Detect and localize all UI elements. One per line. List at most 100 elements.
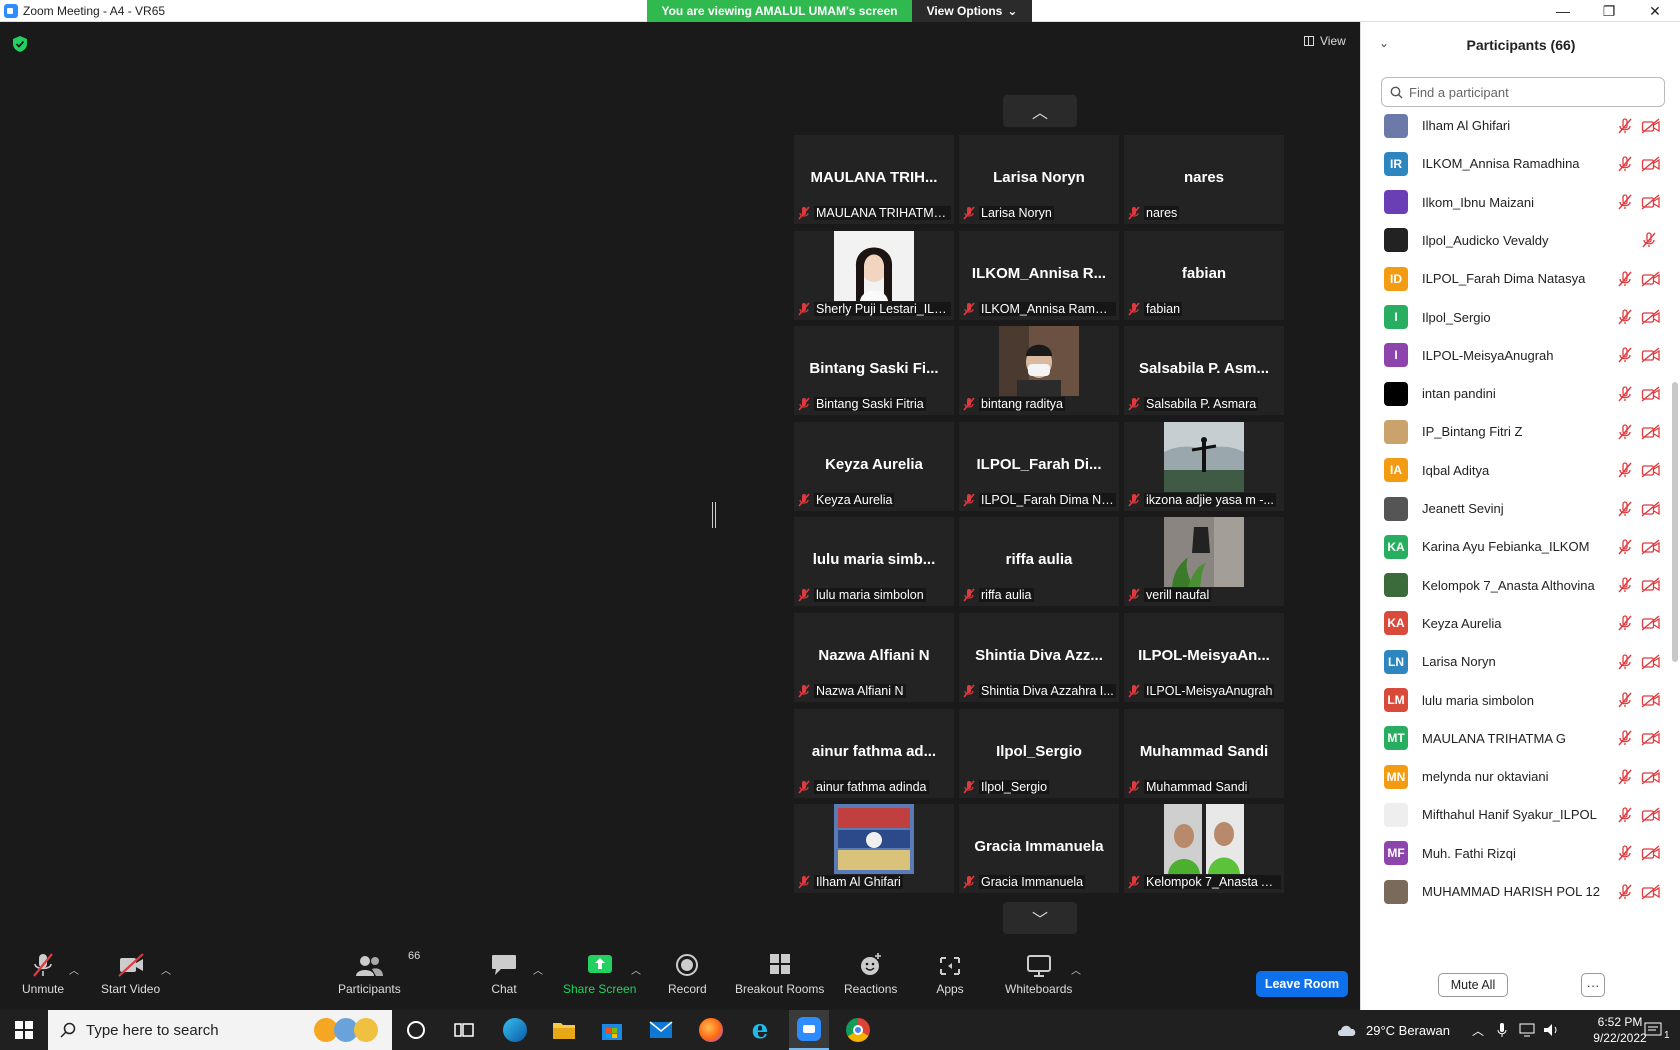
gallery-page-down-button[interactable]: ﹀ bbox=[1003, 902, 1077, 934]
video-tile[interactable]: Shintia Diva Azz... Shintia Diva Azzahra … bbox=[959, 613, 1119, 702]
camera-off-icon[interactable] bbox=[1641, 194, 1661, 210]
video-options-caret-icon[interactable]: ︿ bbox=[161, 962, 171, 977]
camera-off-icon[interactable] bbox=[1641, 769, 1661, 785]
camera-off-icon[interactable] bbox=[1641, 386, 1661, 402]
camera-off-icon[interactable] bbox=[1641, 347, 1661, 363]
mute-all-button[interactable]: Mute All bbox=[1438, 973, 1508, 997]
camera-off-icon[interactable] bbox=[1641, 730, 1661, 746]
notifications-button[interactable]: 1 bbox=[1644, 1010, 1670, 1050]
participant-row[interactable]: KA Keyza Aurelia bbox=[1361, 603, 1671, 644]
video-tile[interactable]: MAULANA TRIH... MAULANA TRIHATMA... bbox=[794, 135, 954, 224]
file-explorer-icon[interactable] bbox=[549, 1015, 579, 1045]
mic-muted-icon[interactable] bbox=[1617, 768, 1633, 785]
video-tile[interactable]: Nazwa Alfiani N Nazwa Alfiani N bbox=[794, 613, 954, 702]
participant-row[interactable]: MF Muh. Fathi Rizqi bbox=[1361, 833, 1671, 874]
video-tile[interactable]: fabian fabian bbox=[1124, 230, 1284, 320]
reactions-button[interactable]: Reactions bbox=[844, 952, 897, 996]
breakout-rooms-button[interactable]: Breakout Rooms bbox=[735, 952, 824, 996]
participant-row[interactable]: I ILPOL-MeisyaAnugrah bbox=[1361, 335, 1671, 376]
video-tile[interactable]: Larisa Noryn Larisa Noryn bbox=[959, 135, 1119, 224]
participant-row[interactable]: MT MAULANA TRIHATMA G bbox=[1361, 718, 1671, 759]
show-hidden-icons-caret-icon[interactable]: ︿ bbox=[1472, 1010, 1484, 1050]
mic-muted-icon[interactable] bbox=[1617, 156, 1633, 172]
camera-off-icon[interactable] bbox=[1641, 883, 1661, 900]
camera-off-icon[interactable] bbox=[1641, 271, 1661, 287]
camera-off-icon[interactable] bbox=[1641, 577, 1661, 593]
participant-list-scrollbar[interactable] bbox=[1672, 382, 1678, 662]
participant-row[interactable]: LM lulu maria simbolon bbox=[1361, 680, 1671, 721]
mic-muted-icon[interactable] bbox=[1617, 424, 1633, 440]
mic-muted-icon[interactable] bbox=[1617, 194, 1633, 210]
video-tile[interactable]: Gracia Immanuela Gracia Immanuela bbox=[959, 804, 1119, 894]
whiteboards-button[interactable]: Whiteboards bbox=[1005, 952, 1072, 996]
participant-row[interactable]: I Ilpol_Sergio bbox=[1361, 297, 1671, 338]
mic-muted-icon[interactable] bbox=[1617, 692, 1633, 708]
mail-icon[interactable] bbox=[646, 1015, 676, 1045]
camera-off-icon[interactable] bbox=[1641, 539, 1661, 555]
cortana-icon[interactable] bbox=[401, 1015, 431, 1045]
participant-row[interactable]: Ilham Al Ghifari bbox=[1361, 110, 1671, 146]
task-view-icon[interactable] bbox=[449, 1015, 479, 1045]
video-tile[interactable]: Ilpol_Sergio Ilpol_Sergio bbox=[959, 708, 1119, 798]
participant-row[interactable]: ID ILPOL_Farah Dima Natasya bbox=[1361, 258, 1671, 299]
split-drag-handle[interactable] bbox=[712, 502, 716, 528]
mic-muted-icon[interactable] bbox=[1617, 539, 1633, 555]
mic-muted-icon[interactable] bbox=[1617, 271, 1633, 287]
start-video-button[interactable]: Start Video bbox=[101, 952, 160, 996]
more-options-button[interactable]: ··· bbox=[1581, 973, 1605, 997]
chat-button[interactable]: Chat bbox=[489, 952, 519, 996]
apps-button[interactable]: Apps bbox=[935, 952, 965, 996]
video-tile[interactable]: Bintang Saski Fi... Bintang Saski Fitria bbox=[794, 326, 954, 416]
participant-row[interactable]: Kelompok 7_Anasta Althovina bbox=[1361, 565, 1671, 606]
video-tile[interactable]: Kelompok 7_Anasta A... bbox=[1124, 804, 1284, 894]
chat-options-caret-icon[interactable]: ︿ bbox=[533, 962, 543, 977]
video-tile[interactable]: ILPOL_Farah Di... ILPOL_Farah Dima Na... bbox=[959, 421, 1119, 511]
camera-off-icon[interactable] bbox=[1641, 500, 1661, 517]
participant-row[interactable]: LN Larisa Noryn bbox=[1361, 641, 1671, 682]
participant-row[interactable]: Mifthahul Hanif Syakur_ILPOL bbox=[1361, 794, 1671, 835]
camera-off-icon[interactable] bbox=[1641, 615, 1661, 631]
camera-off-icon[interactable] bbox=[1641, 117, 1661, 134]
weather-widget[interactable]: 29°C Berawan bbox=[1336, 1010, 1450, 1050]
participant-row[interactable]: IP_Bintang Fitri Z bbox=[1361, 411, 1671, 452]
mic-muted-icon[interactable] bbox=[1617, 730, 1633, 746]
network-icon[interactable] bbox=[1519, 1010, 1537, 1050]
leave-room-button[interactable]: Leave Room bbox=[1256, 971, 1348, 997]
participant-row[interactable]: MN melynda nur oktaviani bbox=[1361, 756, 1671, 797]
mic-muted-icon[interactable] bbox=[1617, 577, 1633, 593]
mic-muted-icon[interactable] bbox=[1617, 500, 1633, 517]
record-button[interactable]: Record bbox=[668, 952, 707, 996]
camera-off-icon[interactable] bbox=[1641, 692, 1661, 708]
mic-muted-icon[interactable] bbox=[1617, 462, 1633, 478]
camera-off-icon[interactable] bbox=[1641, 156, 1661, 172]
video-tile[interactable]: verill naufal bbox=[1124, 517, 1284, 607]
mic-muted-icon[interactable] bbox=[1641, 232, 1657, 248]
encryption-shield-icon[interactable] bbox=[13, 36, 27, 52]
video-tile[interactable]: ILPOL-MeisyaAn... ILPOL-MeisyaAnugrah bbox=[1124, 613, 1284, 702]
participant-search-box[interactable] bbox=[1381, 77, 1665, 107]
minimize-button[interactable]: — bbox=[1540, 0, 1586, 22]
camera-off-icon[interactable] bbox=[1641, 654, 1661, 670]
start-button[interactable] bbox=[0, 1010, 48, 1050]
video-tile[interactable]: ILKOM_Annisa R... ILKOM_Annisa Ramad... bbox=[959, 230, 1119, 320]
gallery-page-up-button[interactable]: ︿ bbox=[1003, 95, 1077, 127]
mic-muted-icon[interactable] bbox=[1617, 654, 1633, 670]
mic-muted-icon[interactable] bbox=[1617, 883, 1633, 900]
camera-off-icon[interactable] bbox=[1641, 807, 1661, 823]
participant-row[interactable]: IA Iqbal Aditya bbox=[1361, 450, 1671, 491]
video-tile[interactable]: ainur fathma ad... ainur fathma adinda bbox=[794, 708, 954, 798]
participant-row[interactable]: Ilpol_Audicko Vevaldy bbox=[1361, 220, 1671, 261]
view-options-button[interactable]: View Options ⌄ bbox=[912, 0, 1032, 22]
view-layout-button[interactable]: View bbox=[1304, 34, 1346, 48]
participant-row[interactable]: Ilkom_Ibnu Maizani bbox=[1361, 182, 1671, 223]
microphone-tray-icon[interactable] bbox=[1497, 1010, 1507, 1050]
mic-muted-icon[interactable] bbox=[1617, 347, 1633, 363]
mic-muted-icon[interactable] bbox=[1617, 807, 1633, 823]
whiteboard-options-caret-icon[interactable]: ︿ bbox=[1071, 962, 1081, 977]
video-tile[interactable]: Keyza Aurelia Keyza Aurelia bbox=[794, 421, 954, 511]
chrome-icon[interactable] bbox=[843, 1015, 873, 1045]
participant-row[interactable]: intan pandini bbox=[1361, 373, 1671, 414]
share-options-caret-icon[interactable]: ︿ bbox=[631, 962, 641, 977]
participants-button[interactable]: Participants bbox=[338, 952, 401, 996]
taskbar-search-box[interactable] bbox=[48, 1010, 392, 1050]
